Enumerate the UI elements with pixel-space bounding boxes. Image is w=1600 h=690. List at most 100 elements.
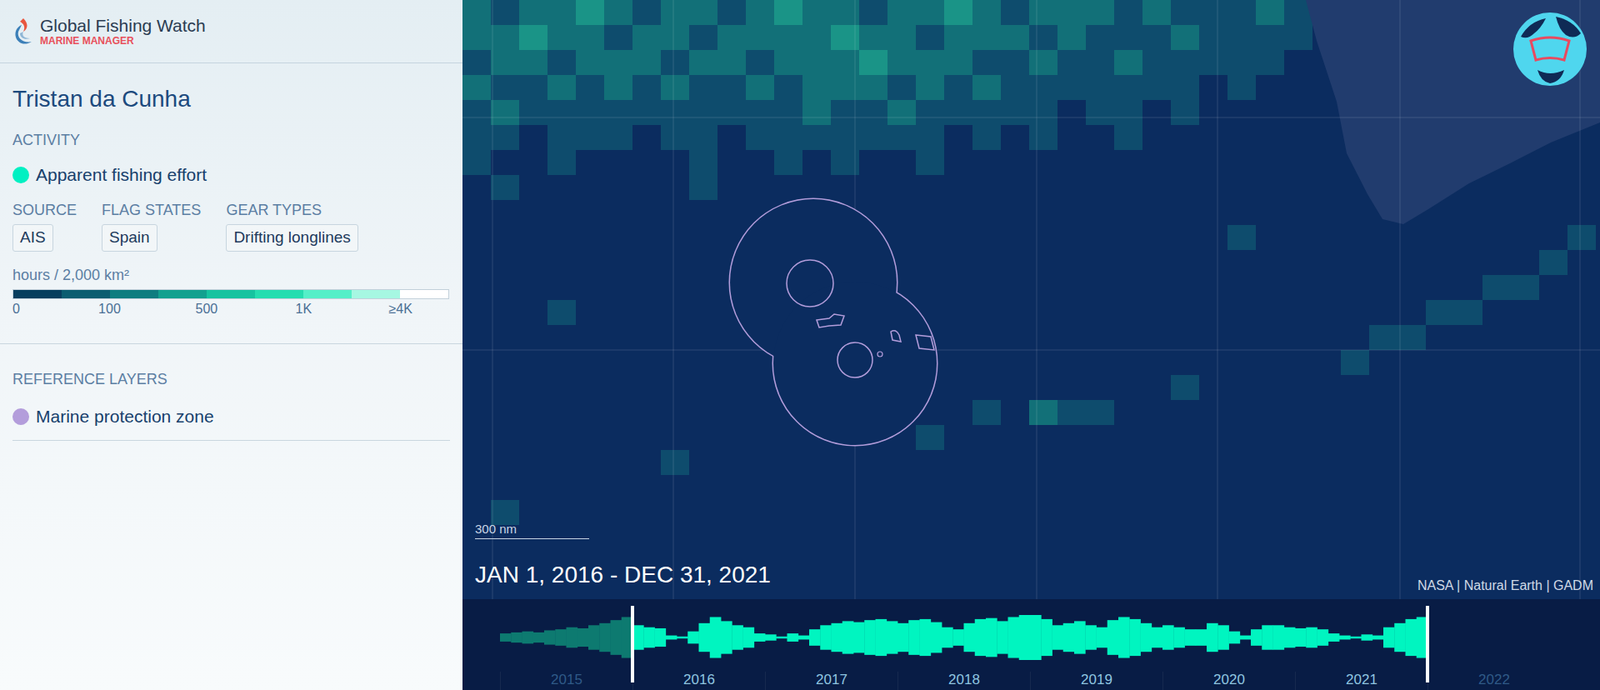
heat-cell [1397, 325, 1426, 350]
effort-bar [1405, 619, 1418, 656]
logo-icon[interactable] [11, 16, 34, 47]
filter-values: AIS [12, 224, 77, 252]
timeline-year[interactable]: 2019 [1030, 671, 1163, 690]
filter-chip[interactable]: AIS [12, 224, 54, 252]
heat-cell [915, 150, 945, 175]
heat-cell [1340, 350, 1370, 375]
heat-cell [689, 125, 718, 150]
graticule-line [492, 0, 494, 600]
heat-cell [1000, 75, 1030, 100]
heat-cell [745, 75, 775, 100]
timeline-year[interactable]: 2016 [632, 671, 765, 690]
heat-cell [802, 75, 831, 100]
timeline-year[interactable]: 2022 [1427, 671, 1560, 690]
heat-cell [1142, 50, 1171, 75]
timeline-year[interactable]: 2017 [765, 671, 898, 690]
heat-cell [1170, 0, 1200, 25]
heat-cell [972, 400, 1001, 425]
heat-cell [632, 50, 661, 75]
heat-cell [915, 425, 945, 450]
heat-cell [1085, 50, 1115, 75]
header: Global Fishing WatchMARINE MANAGER [0, 0, 463, 64]
timeline-year[interactable]: 2018 [897, 671, 1030, 690]
heat-cell [632, 75, 661, 100]
timeline-year[interactable]: 2015 [500, 671, 633, 690]
graticule-line [673, 0, 675, 600]
heat-cell [1170, 100, 1200, 125]
heat-cell [604, 100, 633, 125]
heat-cell [547, 0, 576, 25]
heat-cell [660, 0, 690, 25]
heat-cell [462, 125, 491, 150]
heat-cell [944, 50, 973, 75]
layer-dot-icon[interactable] [12, 408, 30, 425]
heat-cell [1227, 50, 1256, 75]
heat-cell [745, 25, 775, 50]
legend-ticks: 01005001K≥4K [12, 301, 450, 320]
effort-bar [985, 618, 998, 658]
heat-cell [490, 100, 520, 125]
area-title: Tristan da Cunha [12, 85, 450, 114]
effort-bar [1229, 631, 1241, 645]
globe-icon[interactable] [1512, 11, 1588, 87]
layer-row[interactable]: Apparent fishing effort [12, 164, 450, 185]
map-canvas[interactable] [462, 0, 1600, 600]
effort-bar [1107, 620, 1120, 655]
effort-bar [699, 623, 711, 652]
effort-bar [908, 620, 920, 655]
effort-bar [1394, 623, 1406, 652]
heat-cell [490, 175, 520, 200]
heat-cell [915, 100, 945, 125]
heat-cell [774, 125, 803, 150]
legend-tick: 1K [295, 301, 313, 317]
legend-bar [12, 289, 450, 300]
heat-cell [462, 0, 491, 25]
heat-cell [689, 25, 718, 50]
heat-cell [717, 50, 746, 75]
effort-bar [775, 636, 788, 639]
heat-cell [689, 50, 718, 75]
divider [12, 440, 450, 441]
filter-values: Spain [101, 224, 201, 252]
effort-bar [941, 627, 954, 649]
heat-cell [547, 50, 576, 75]
timeline-year[interactable]: 2020 [1162, 671, 1295, 690]
heat-cell [1199, 0, 1228, 25]
effort-bar [588, 625, 600, 650]
layer-dot-icon[interactable] [12, 166, 30, 184]
filter-chip[interactable]: Drifting longlines [225, 224, 358, 252]
heat-cell [859, 75, 888, 100]
heat-cell [660, 50, 690, 75]
heat-cell [689, 175, 718, 200]
timeline-year[interactable]: 2021 [1295, 671, 1428, 690]
effort-bar [886, 620, 899, 654]
heat-cell [859, 50, 888, 75]
heat-cell [547, 100, 576, 125]
heat-cell [1114, 25, 1143, 50]
heat-cell [717, 75, 746, 100]
filter-chip[interactable]: Spain [101, 224, 158, 252]
effort-bar [665, 635, 678, 640]
marine-protection-zone[interactable] [730, 199, 937, 445]
heat-cell [689, 75, 718, 100]
layer-row[interactable]: Marine protection zone [12, 405, 450, 427]
divider [0, 343, 463, 345]
heat-cell [1114, 0, 1143, 25]
effort-bar [522, 631, 535, 645]
effort-bar [831, 623, 844, 652]
effort-bar [1305, 627, 1318, 649]
effort-bar [1206, 623, 1219, 652]
effort-bar [1040, 619, 1053, 656]
heat-cell [802, 0, 831, 25]
ocean [462, 0, 1600, 600]
effort-bar [1261, 625, 1274, 650]
effort-bar [1096, 627, 1109, 649]
heat-cell [1114, 125, 1143, 150]
map[interactable]: 300 nmJAN 1, 2016 - DEC 31, 2021NASA | N… [462, 0, 1600, 600]
timeline[interactable]: 20152016201720182019202020212022 [462, 599, 1600, 690]
graticule-line [1217, 0, 1219, 600]
heat-cell [1255, 50, 1285, 75]
graticule-line [1036, 0, 1038, 600]
effort-bar [632, 625, 645, 650]
effort-bar [964, 623, 976, 652]
